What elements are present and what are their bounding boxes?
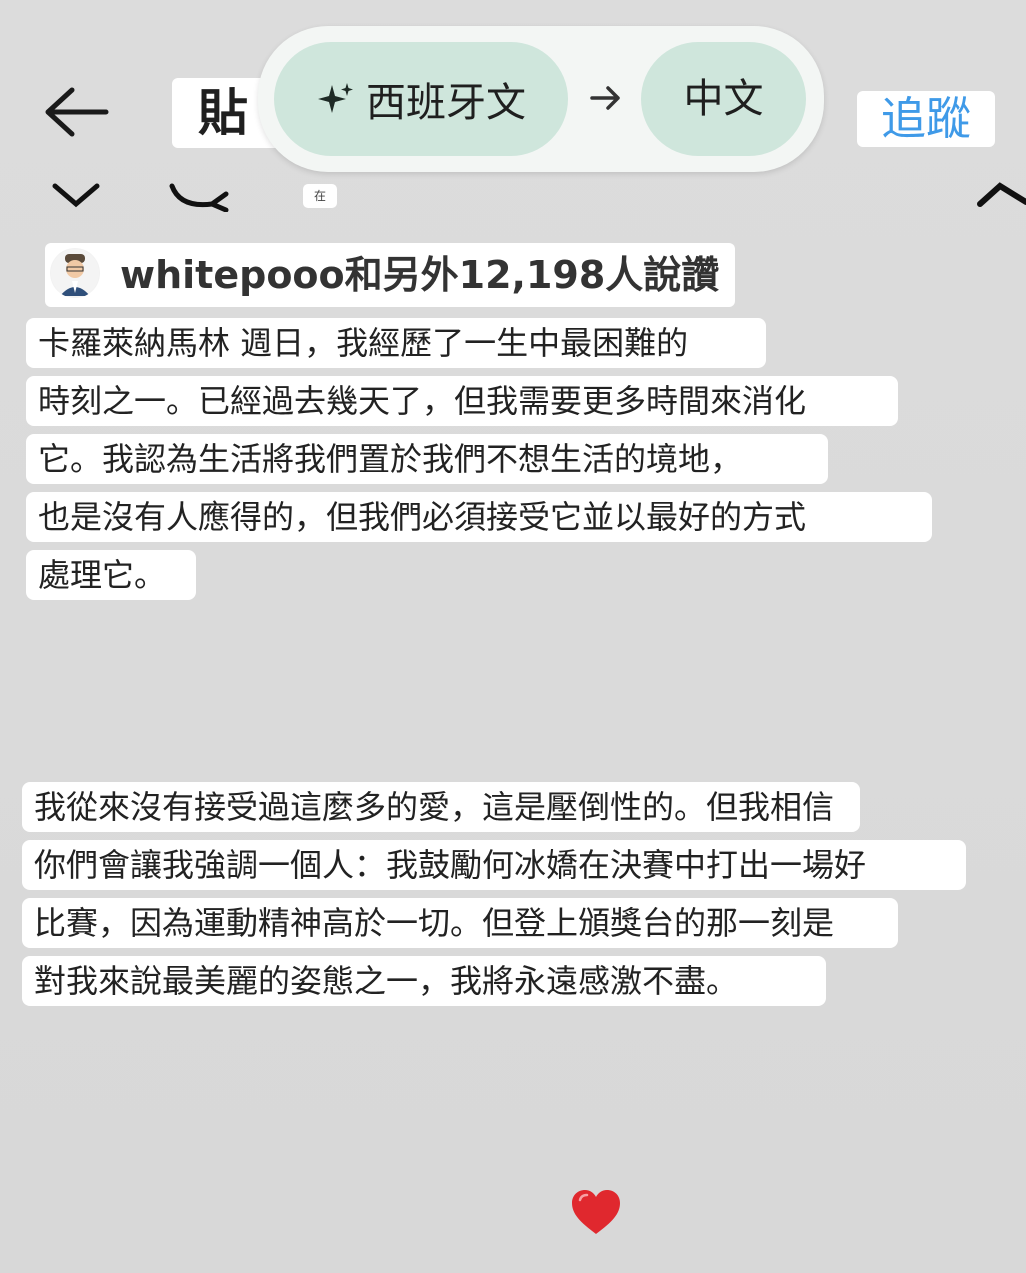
caption-line: 也是沒有人應得的，但我們必須接受它並以最好的方式 [26, 492, 932, 542]
translate-bar: 西班牙文 中文 [258, 26, 824, 172]
caption-line: 卡羅萊納馬林 週日，我經歷了一生中最困難的 [26, 318, 766, 368]
source-language-label: 西班牙文 [366, 80, 526, 126]
caption-line: 它。我認為生活將我們置於我們不想生活的境地， [26, 434, 828, 484]
source-language-button[interactable]: 西班牙文 [274, 42, 568, 156]
caption-line: 我從來沒有接受過這麼多的愛，這是壓倒性的。但我相信 [22, 782, 860, 832]
tiny-label-chip: 在 [303, 184, 337, 208]
caption-line: 比賽，因為運動精神高於一切。但登上頒獎台的那一刻是 [22, 898, 898, 948]
screen: 貼 追蹤 在 西班牙文 中文 whitepooo和另外12,198人說讚 卡羅萊… [0, 0, 1026, 1273]
arrow-left-icon[interactable] [42, 84, 112, 140]
arrow-right-icon [590, 86, 620, 110]
heart-icon [572, 1190, 620, 1234]
caption-line: 你們會讓我強調一個人：我鼓勵何冰嬌在決賽中打出一場好 [22, 840, 966, 890]
caption-line: 處理它。 [26, 550, 196, 600]
follow-button[interactable]: 追蹤 [857, 91, 995, 147]
likes-text: whitepooo和另外12,198人說讚 [120, 253, 720, 297]
target-language-button[interactable]: 中文 [641, 42, 806, 156]
avatar[interactable] [50, 248, 100, 298]
caption-line: 時刻之一。已經過去幾天了，但我需要更多時間來消化 [26, 376, 898, 426]
sparkle-icon [318, 83, 353, 113]
action-row-fragments [52, 182, 1026, 212]
likes-summary[interactable]: whitepooo和另外12,198人說讚 [45, 243, 735, 307]
caption-line: 對我來說最美麗的姿態之一，我將永遠感激不盡。 [22, 956, 826, 1006]
